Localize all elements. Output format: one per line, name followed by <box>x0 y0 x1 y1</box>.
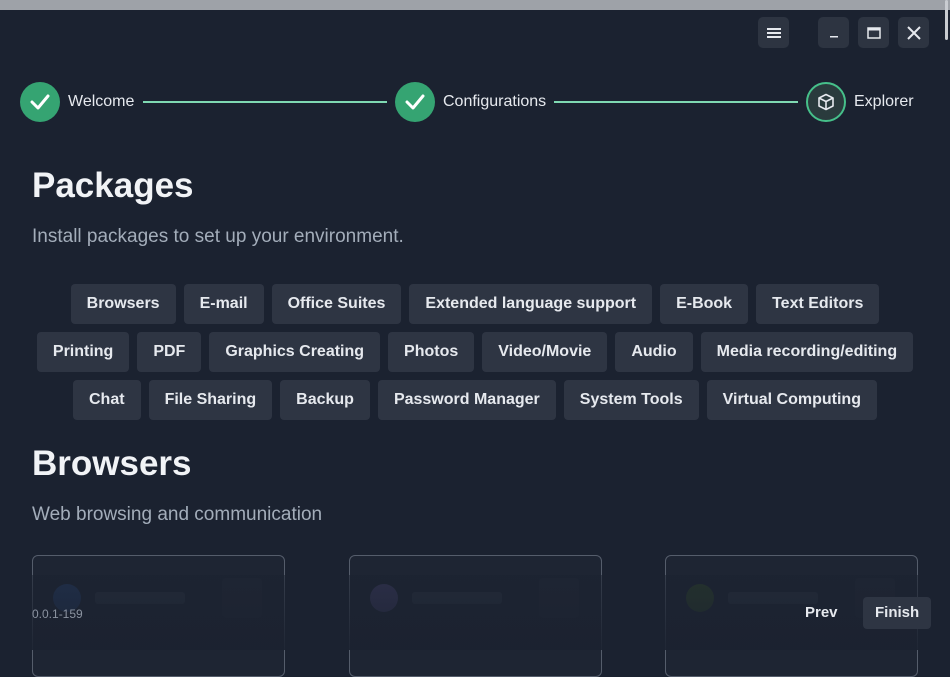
category-button-media-recording-editing[interactable]: Media recording/editing <box>700 332 914 372</box>
category-button-graphics-creating[interactable]: Graphics Creating <box>209 332 381 372</box>
step-explorer-label: Explorer <box>854 93 914 110</box>
hamburger-icon <box>766 27 781 38</box>
check-icon <box>405 94 425 110</box>
step-explorer-indicator <box>806 82 846 122</box>
browsers-heading: Browsers <box>32 444 192 483</box>
step-connector <box>554 101 798 103</box>
category-button-ebook[interactable]: E-Book <box>660 284 749 324</box>
category-row: Printing PDF Graphics Creating Photos Vi… <box>0 332 950 372</box>
category-button-system-tools[interactable]: System Tools <box>563 380 699 420</box>
version-label: 0.0.1-159 <box>32 607 83 621</box>
category-row: Browsers E-mail Office Suites Extended l… <box>0 284 950 324</box>
category-button-photos[interactable]: Photos <box>388 332 475 372</box>
category-button-chat[interactable]: Chat <box>73 380 141 420</box>
category-button-printing[interactable]: Printing <box>36 332 130 372</box>
category-button-office-suites[interactable]: Office Suites <box>271 284 402 324</box>
title-bar-strip <box>0 0 950 10</box>
category-button-email[interactable]: E-mail <box>183 284 264 324</box>
category-button-extended-language-support[interactable]: Extended language support <box>409 284 653 324</box>
close-button[interactable] <box>898 17 929 48</box>
minimize-button[interactable] <box>818 17 849 48</box>
category-button-audio[interactable]: Audio <box>615 332 693 372</box>
step-welcome-label: Welcome <box>68 93 135 110</box>
category-button-pdf[interactable]: PDF <box>137 332 202 372</box>
prev-button[interactable]: Prev <box>790 597 853 629</box>
maximize-icon <box>866 26 881 39</box>
browsers-subtitle: Web browsing and communication <box>32 504 323 525</box>
scrollbar[interactable] <box>945 0 948 40</box>
packages-subtitle: Install packages to set up your environm… <box>32 226 404 247</box>
maximize-button[interactable] <box>858 17 889 48</box>
category-button-virtual-computing[interactable]: Virtual Computing <box>706 380 877 420</box>
category-button-file-sharing[interactable]: File Sharing <box>148 380 273 420</box>
category-button-text-editors[interactable]: Text Editors <box>756 284 880 324</box>
main-menu-button[interactable] <box>758 17 789 48</box>
category-row: Chat File Sharing Backup Password Manage… <box>0 380 950 420</box>
category-button-password-manager[interactable]: Password Manager <box>377 380 556 420</box>
step-connector <box>143 101 387 103</box>
category-button-browsers[interactable]: Browsers <box>70 284 176 324</box>
step-configurations-indicator <box>395 82 435 122</box>
step-configurations-label: Configurations <box>443 93 547 110</box>
category-button-video-movie[interactable]: Video/Movie <box>482 332 608 372</box>
finish-button[interactable]: Finish <box>863 597 932 629</box>
check-icon <box>30 94 50 110</box>
package-box-icon <box>818 93 834 111</box>
close-icon <box>906 25 921 40</box>
packages-heading: Packages <box>32 166 194 205</box>
category-button-backup[interactable]: Backup <box>280 380 370 420</box>
step-welcome-indicator <box>20 82 60 122</box>
minimize-icon <box>829 35 838 37</box>
